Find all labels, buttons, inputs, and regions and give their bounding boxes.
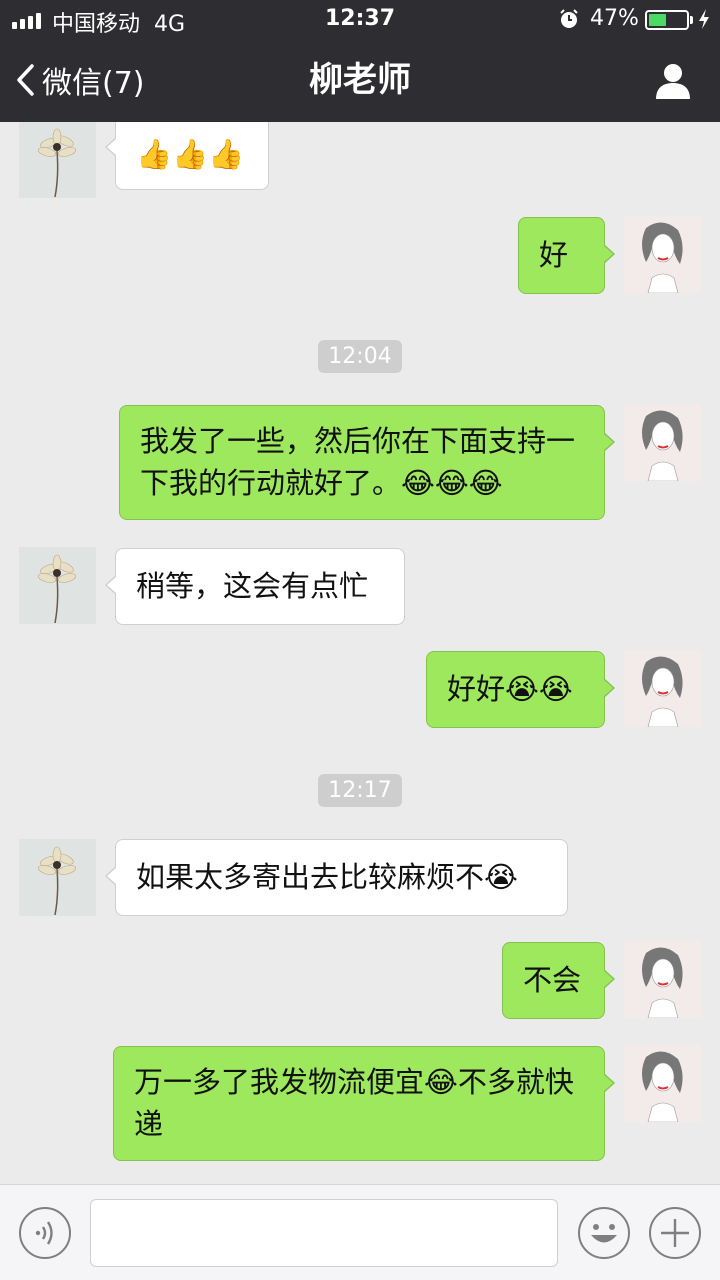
girl-avatar-image [624, 650, 701, 727]
my-avatar[interactable] [624, 941, 701, 1018]
message-bubble-outgoing[interactable]: 不会 [502, 942, 615, 1019]
contact-avatar[interactable] [19, 839, 96, 916]
message-bubble-incoming[interactable]: 稍等，这会有点忙 [105, 548, 405, 625]
battery-percent: 47% [590, 6, 639, 31]
input-bar [0, 1184, 720, 1280]
flower-avatar-image [19, 839, 96, 916]
battery-icon [645, 10, 689, 30]
bolt-icon [699, 9, 709, 29]
top-bar: 中国移动 4G 12:37 47% 微信(7) 柳老师 [0, 0, 720, 122]
timestamp: 12:17 [0, 774, 720, 807]
my-avatar[interactable] [624, 216, 701, 293]
flower-avatar-image [19, 122, 96, 198]
message-bubble-outgoing[interactable]: 我发了一些，然后你在下面支持一下我的行动就好了。😂😂😂 [119, 405, 615, 520]
message-list[interactable]: 👍👍👍 好 12:04 我发了一些，然后你在下面支持一下我的行动就好了。😂😂😂 [0, 122, 720, 1184]
girl-avatar-image [624, 941, 701, 1018]
chat-title: 柳老师 [309, 60, 411, 100]
message-bubble-outgoing[interactable]: 好好😭😭 [426, 651, 615, 728]
plus-icon[interactable] [648, 1206, 702, 1260]
contact-avatar[interactable] [19, 547, 96, 624]
smiley-icon[interactable] [577, 1206, 631, 1260]
person-icon[interactable] [654, 62, 692, 100]
message-bubble-outgoing[interactable]: 好 [518, 217, 615, 294]
contact-avatar[interactable] [19, 122, 96, 198]
girl-avatar-image [624, 216, 701, 293]
my-avatar[interactable] [624, 404, 701, 481]
status-bar: 中国移动 4G 12:37 47% [0, 0, 720, 40]
my-avatar[interactable] [624, 1045, 701, 1122]
message-input[interactable] [90, 1199, 558, 1267]
message-bubble-incoming[interactable]: 如果太多寄出去比较麻烦不😭 [105, 839, 568, 916]
message-bubble-incoming[interactable]: 👍👍👍 [105, 122, 269, 190]
timestamp: 12:04 [0, 340, 720, 373]
girl-avatar-image [624, 1045, 701, 1122]
voice-icon[interactable] [18, 1206, 72, 1260]
navigation-bar: 微信(7) 柳老师 [0, 40, 720, 122]
message-bubble-outgoing[interactable]: 万一多了我发物流便宜😂不多就快递 [113, 1046, 615, 1161]
alarm-icon [560, 9, 578, 28]
girl-avatar-image [624, 404, 701, 481]
flower-avatar-image [19, 547, 96, 624]
my-avatar[interactable] [624, 650, 701, 727]
